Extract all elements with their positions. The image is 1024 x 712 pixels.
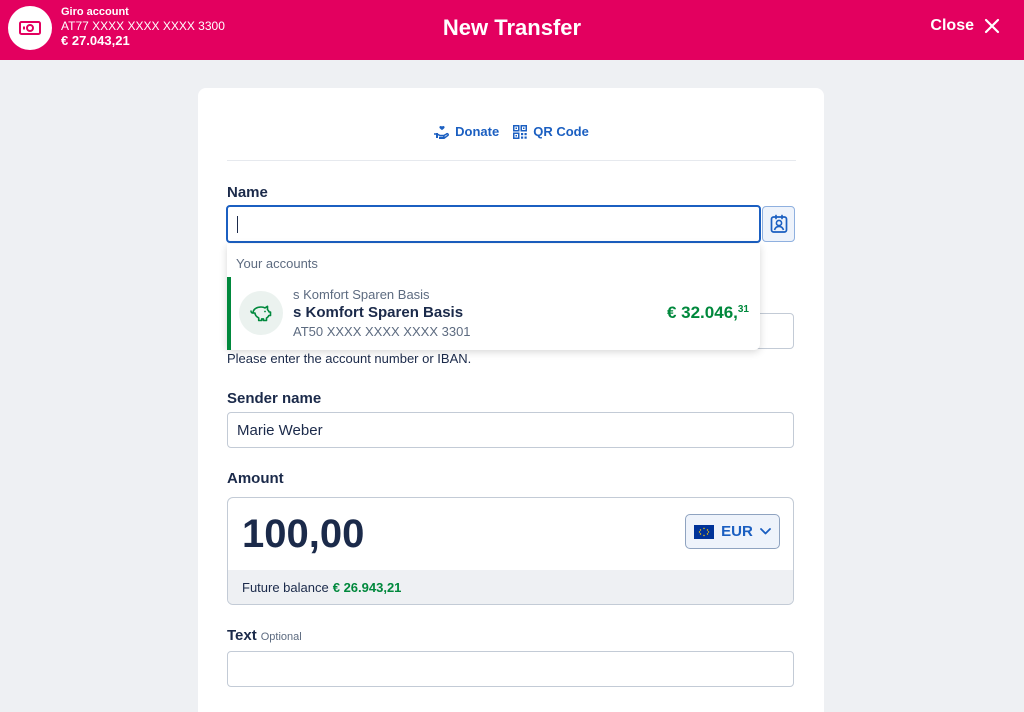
account-balance: € 27.043,21 bbox=[61, 33, 130, 48]
name-label: Name bbox=[227, 184, 268, 201]
future-balance-value: € 26.943,21 bbox=[332, 579, 402, 595]
suggestion-balance-main: € 32.046, bbox=[666, 303, 738, 322]
amount-input[interactable]: 100,00 bbox=[242, 512, 364, 557]
selection-bar bbox=[227, 277, 231, 350]
amount-label: Amount bbox=[227, 470, 284, 487]
eu-flag-icon bbox=[694, 524, 715, 539]
close-label: Close bbox=[930, 17, 974, 34]
iban-helper-text: Please enter the account number or IBAN. bbox=[227, 351, 472, 366]
qr-code-icon bbox=[513, 124, 528, 139]
sender-name-label: Sender name bbox=[227, 390, 322, 407]
suggestion-balance: € 32.046,31 bbox=[667, 303, 749, 323]
sender-name-input[interactable]: Marie Weber bbox=[227, 412, 794, 448]
text-label-title: Text bbox=[227, 627, 257, 644]
qr-code-link[interactable]: QR Code bbox=[513, 124, 589, 139]
piggy-bank-icon bbox=[239, 291, 283, 335]
suggestion-item[interactable]: s Komfort Sparen Basis s Komfort Sparen … bbox=[227, 277, 760, 350]
name-input[interactable] bbox=[226, 205, 761, 243]
contact-book-icon bbox=[770, 214, 787, 233]
currency-select[interactable]: EUR bbox=[685, 514, 780, 549]
text-label: Text Optional bbox=[227, 627, 302, 644]
banknote-icon[interactable] bbox=[8, 6, 52, 50]
transfer-form-card: Donate QR Code Name Please enter the acc… bbox=[198, 88, 824, 712]
divider bbox=[227, 160, 796, 161]
hand-heart-icon bbox=[434, 125, 450, 139]
chevron-down-icon bbox=[759, 528, 771, 535]
qr-code-label: QR Code bbox=[533, 124, 589, 139]
text-input[interactable] bbox=[227, 651, 794, 687]
account-name: Giro account bbox=[61, 6, 129, 18]
suggestion-title: s Komfort Sparen Basis bbox=[293, 304, 464, 321]
close-icon bbox=[984, 18, 1000, 34]
suggestion-balance-cents: 31 bbox=[737, 304, 749, 315]
text-caret bbox=[237, 216, 238, 233]
amount-input-box: 100,00 EUR Future balance € 26.943,21 bbox=[227, 497, 794, 605]
suggestion-subtitle: s Komfort Sparen Basis bbox=[293, 287, 430, 302]
future-balance-label: Future balance bbox=[242, 579, 329, 595]
account-iban: AT77 XXXX XXXX XXXX 3300 bbox=[61, 19, 225, 33]
close-button[interactable]: Close bbox=[930, 17, 1000, 35]
suggestions-header: Your accounts bbox=[236, 256, 318, 271]
future-balance: Future balance € 26.943,21 bbox=[228, 570, 793, 604]
account-summary: Giro account AT77 XXXX XXXX XXXX 3300 € … bbox=[61, 5, 225, 48]
account-suggestions-dropdown: Your accounts s Komfort Sparen Basis s K… bbox=[227, 244, 760, 350]
currency-label: EUR bbox=[721, 523, 753, 540]
sender-name-value: Marie Weber bbox=[237, 421, 323, 439]
donate-label: Donate bbox=[455, 124, 500, 139]
top-bar: Giro account AT77 XXXX XXXX XXXX 3300 € … bbox=[0, 0, 1024, 60]
quick-actions: Donate QR Code bbox=[198, 124, 824, 139]
optional-hint: Optional bbox=[260, 631, 302, 643]
suggestion-iban: AT50 XXXX XXXX XXXX 3301 bbox=[293, 324, 471, 339]
contact-book-button[interactable] bbox=[762, 206, 795, 242]
donate-link[interactable]: Donate bbox=[433, 124, 499, 139]
